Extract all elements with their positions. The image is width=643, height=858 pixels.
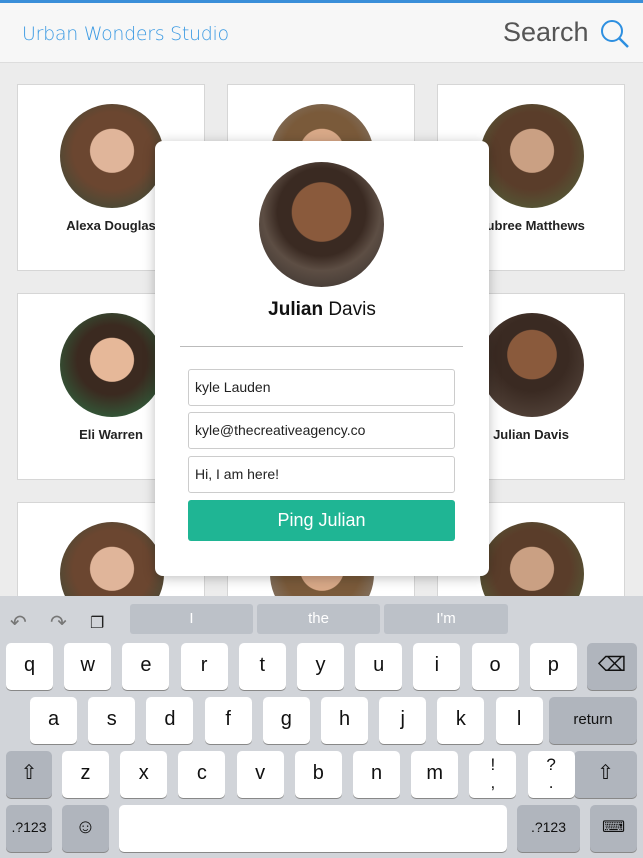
key-0[interactable]: z [62,751,109,798]
space-key[interactable] [119,805,507,852]
ping-button[interactable]: Ping Julian [188,500,455,541]
divider [180,346,463,347]
key-4[interactable]: b [294,751,342,798]
search-button[interactable]: Search [503,17,589,48]
key-8[interactable]: o [471,643,519,690]
key-5[interactable]: n [353,751,400,798]
key-5[interactable]: h [321,697,368,744]
key-2[interactable]: c [178,751,226,798]
suggestion-3[interactable]: I'm [384,604,508,634]
profile-avatar [259,162,384,287]
key-5[interactable]: y [297,643,344,690]
key-1[interactable]: s [88,697,136,744]
shift-right-key[interactable]: ⇧ [574,751,637,798]
key-7[interactable]: i [413,643,461,690]
key-7[interactable]: k [437,697,485,744]
profile-name: Julian Davis [155,299,489,321]
suggestion-1[interactable]: I [130,604,253,634]
avatar [480,104,584,208]
redo-icon[interactable]: ↷ [50,610,67,635]
app-title: Urban Wonders Studio [22,23,229,45]
key-3[interactable]: r [180,643,228,690]
email-input[interactable]: kyle@thecreativeagency.co [188,412,455,449]
key-4[interactable]: t [238,643,286,690]
numbers-key-left[interactable]: .?123 [6,805,52,852]
key-8[interactable]: ? . [527,751,575,798]
first-name: Julian [268,299,324,320]
search-icon[interactable] [600,19,630,49]
emoji-key[interactable]: ☺ [62,805,109,852]
backspace-key[interactable]: ⌫ [587,643,637,690]
key-3[interactable]: f [204,697,252,744]
key-2[interactable]: d [146,697,194,744]
key-7[interactable]: ! , [469,751,517,798]
shift-left-key[interactable]: ⇧ [6,751,52,798]
key-9[interactable]: p [529,643,577,690]
header: Urban Wonders Studio Search [0,3,643,63]
key-6[interactable]: m [411,751,459,798]
undo-icon[interactable]: ↶ [10,610,27,635]
profile-modal: Julian Davis kyle Lauden kyle@thecreativ… [155,141,489,576]
key-6[interactable]: j [379,697,427,744]
avatar [480,313,584,417]
key-3[interactable]: v [236,751,284,798]
key-2[interactable]: e [122,643,170,690]
keyboard: ↶ ↷ ❐ I the I'm ⌫ return ⇧ ⇧ .?123 ☺ .?1… [0,596,643,858]
key-6[interactable]: u [355,643,403,690]
suggestion-2[interactable]: the [257,604,380,634]
avatar [60,313,164,417]
message-input[interactable]: Hi, I am here! [188,456,455,493]
hide-keyboard-key[interactable]: ⌨ [590,805,637,852]
return-key[interactable]: return [549,697,637,744]
paste-icon[interactable]: ❐ [90,613,104,633]
key-0[interactable]: q [6,643,53,690]
key-4[interactable]: g [262,697,310,744]
avatar [60,104,164,208]
key-0[interactable]: a [30,697,77,744]
name-input[interactable]: kyle Lauden [188,369,455,406]
key-1[interactable]: w [64,643,112,690]
last-name: Davis [328,299,376,320]
key-1[interactable]: x [120,751,168,798]
key-8[interactable]: l [495,697,543,744]
numbers-key-right[interactable]: .?123 [517,805,580,852]
